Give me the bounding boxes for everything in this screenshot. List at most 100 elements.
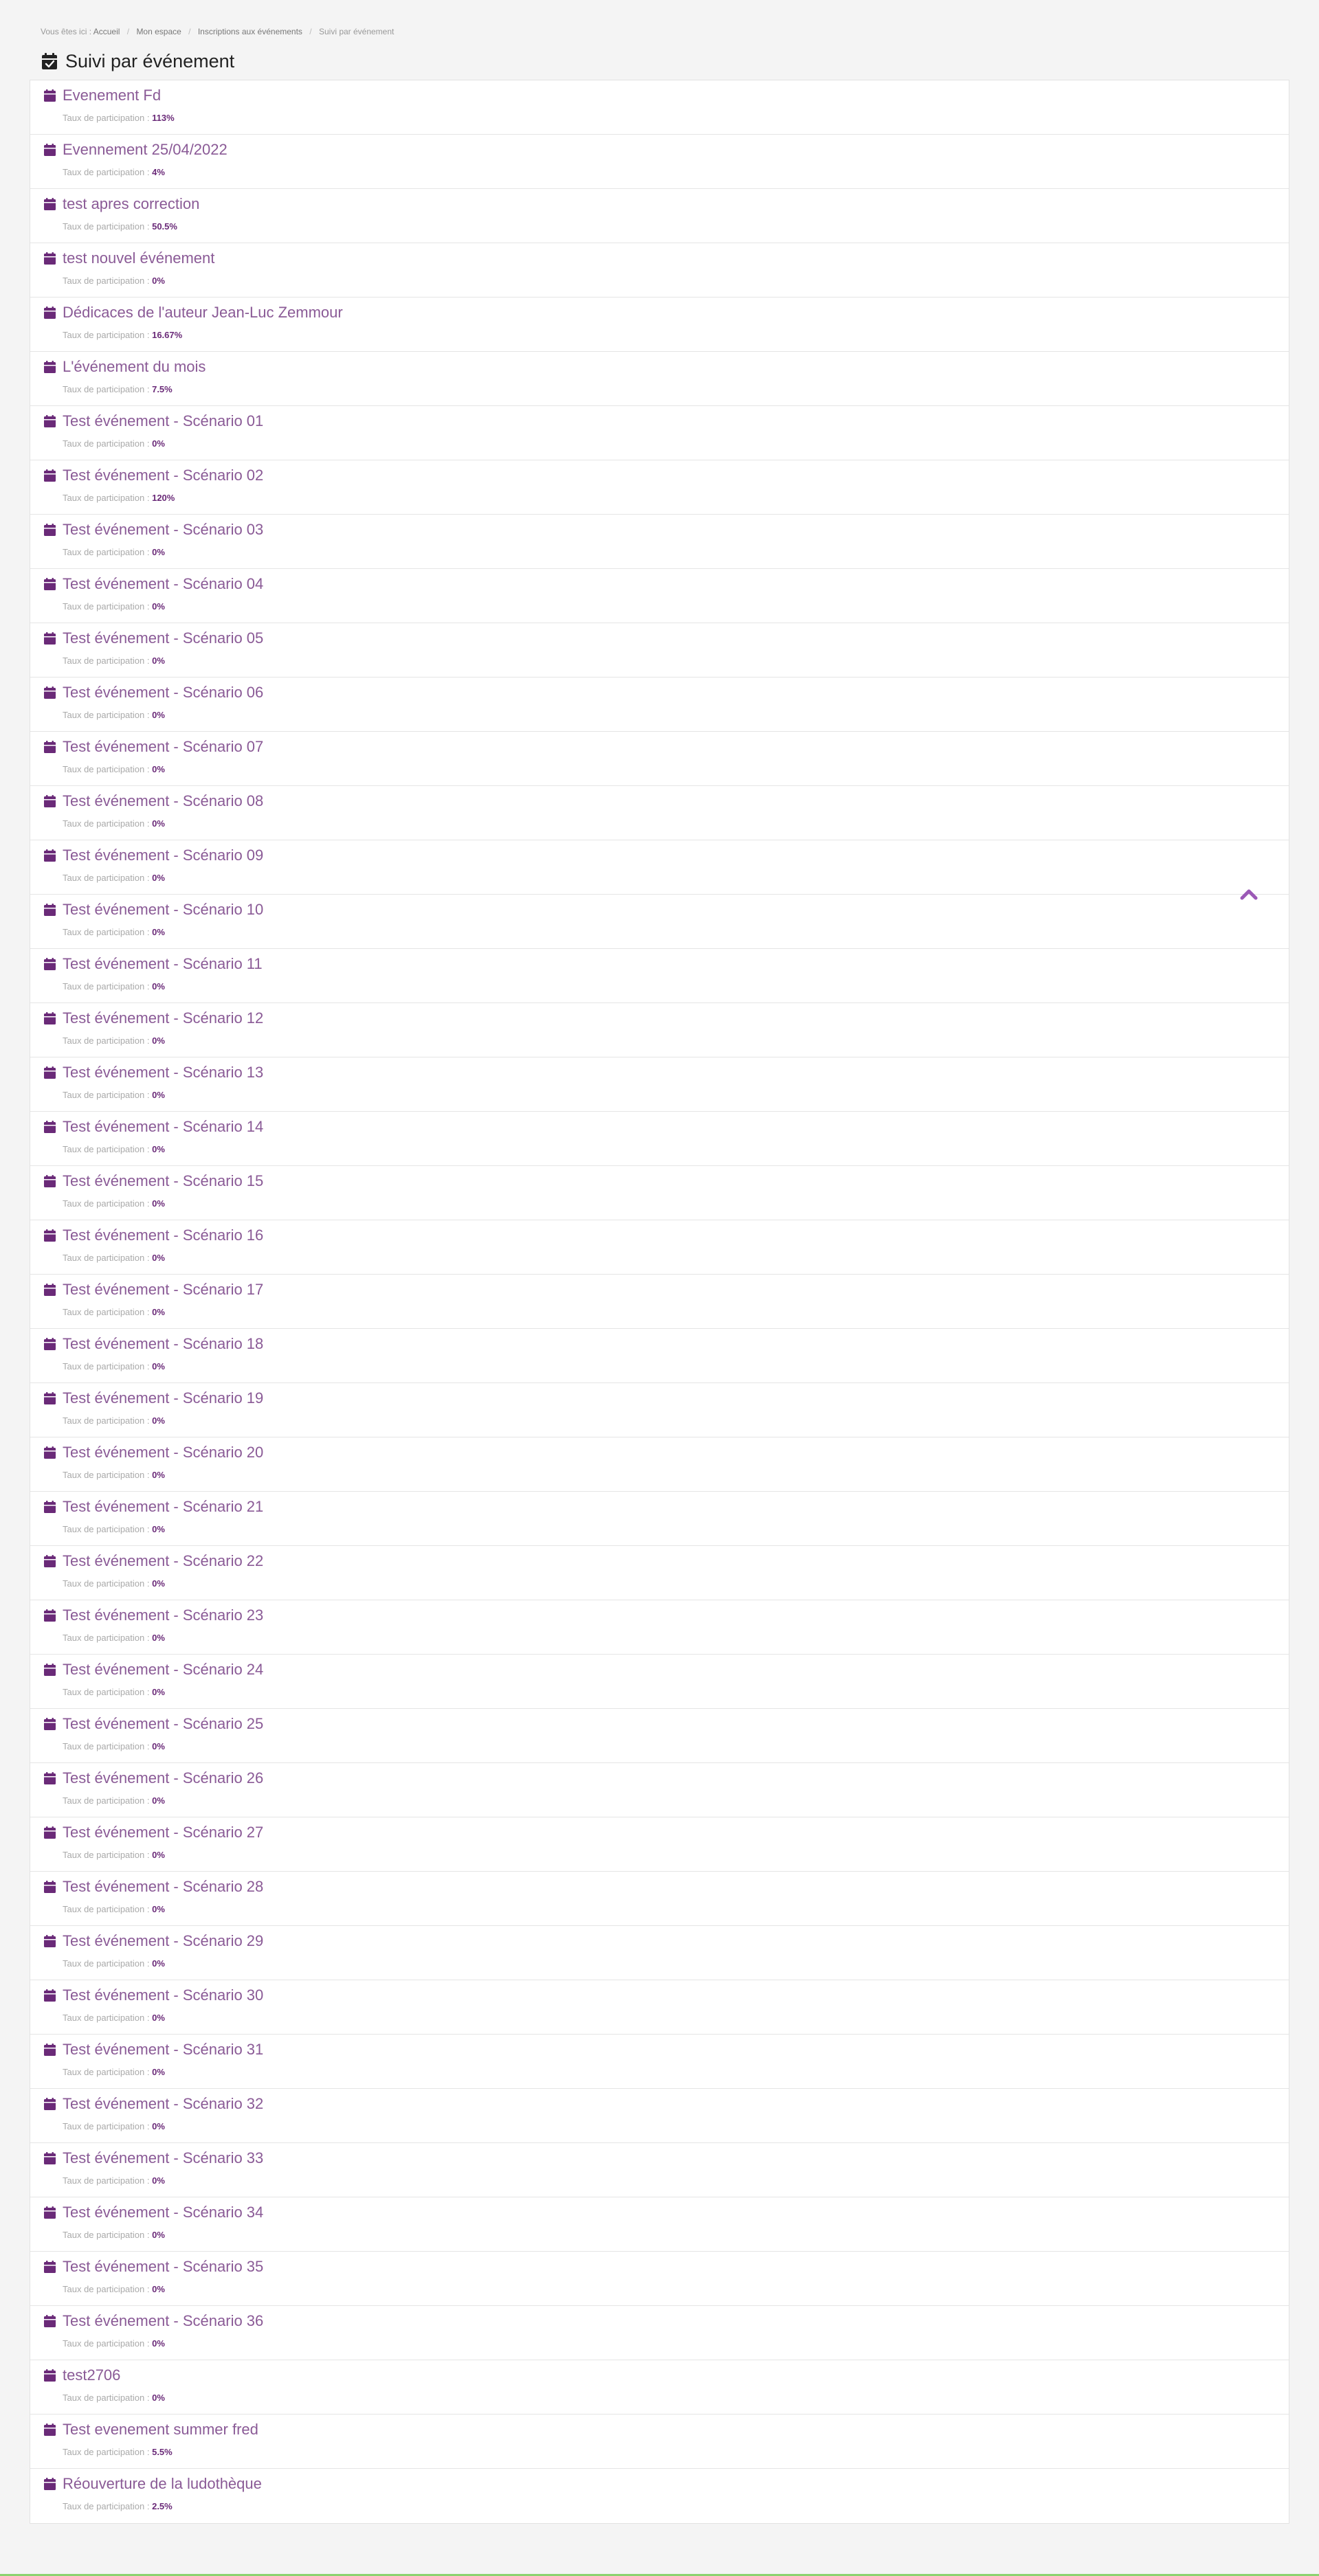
event-list-item[interactable]: Test événement - Scénario 33 Taux de par… (30, 2143, 1289, 2197)
event-list-item[interactable]: Test événement - Scénario 13 Taux de par… (30, 1057, 1289, 1112)
calendar-icon (44, 2043, 56, 2056)
event-list-item[interactable]: Test événement - Scénario 18 Taux de par… (30, 1329, 1289, 1383)
event-title[interactable]: Test événement - Scénario 23 (63, 1606, 263, 1624)
event-title[interactable]: Test événement - Scénario 27 (63, 1824, 263, 1841)
event-title[interactable]: Test événement - Scénario 29 (63, 1932, 263, 1950)
participation-rate: Taux de participation : 0% (63, 1415, 165, 1426)
breadcrumb-registrations-link[interactable]: Inscriptions aux événements (198, 27, 302, 36)
event-title[interactable]: Test événement - Scénario 34 (63, 2204, 263, 2221)
scroll-to-top-button[interactable] (1237, 883, 1261, 906)
event-title[interactable]: Test événement - Scénario 31 (63, 2041, 263, 2059)
event-title[interactable]: Test événement - Scénario 15 (63, 1172, 263, 1190)
event-title[interactable]: Test événement - Scénario 22 (63, 1552, 263, 1570)
event-list-item[interactable]: Test événement - Scénario 05 Taux de par… (30, 623, 1289, 677)
event-title[interactable]: Test événement - Scénario 17 (63, 1281, 263, 1299)
event-title[interactable]: Test événement - Scénario 10 (63, 901, 263, 919)
event-list-item[interactable]: Test événement - Scénario 10 Taux de par… (30, 895, 1289, 949)
event-title[interactable]: Test événement - Scénario 26 (63, 1769, 263, 1787)
event-title[interactable]: Test événement - Scénario 16 (63, 1227, 263, 1244)
event-title[interactable]: Test événement - Scénario 09 (63, 847, 263, 864)
event-list-item[interactable]: Test evenement summer fred Taux de parti… (30, 2415, 1289, 2469)
event-list-item[interactable]: Test événement - Scénario 26 Taux de par… (30, 1763, 1289, 1817)
event-list-item[interactable]: Test événement - Scénario 20 Taux de par… (30, 1437, 1289, 1492)
event-title[interactable]: Test événement - Scénario 20 (63, 1444, 263, 1461)
event-list-item[interactable]: Test événement - Scénario 23 Taux de par… (30, 1600, 1289, 1655)
event-list-item[interactable]: Test événement - Scénario 16 Taux de par… (30, 1220, 1289, 1275)
event-list-item[interactable]: Test événement - Scénario 01 Taux de par… (30, 406, 1289, 460)
event-title[interactable]: Test événement - Scénario 24 (63, 1661, 263, 1679)
event-title[interactable]: Evenement Fd (63, 87, 161, 104)
event-title[interactable]: test nouvel événement (63, 249, 214, 267)
event-title[interactable]: Réouverture de la ludothèque (63, 2475, 262, 2493)
event-list-item[interactable]: Test événement - Scénario 15 Taux de par… (30, 1166, 1289, 1220)
event-title[interactable]: Test événement - Scénario 28 (63, 1878, 263, 1896)
event-list-item[interactable]: Test événement - Scénario 36 Taux de par… (30, 2306, 1289, 2360)
event-list-item[interactable]: Evennement 25/04/2022 Taux de participat… (30, 135, 1289, 189)
event-title[interactable]: Test événement - Scénario 11 (63, 955, 263, 973)
event-title[interactable]: Dédicaces de l'auteur Jean-Luc Zemmour (63, 304, 343, 322)
event-list-item[interactable]: Test événement - Scénario 34 Taux de par… (30, 2197, 1289, 2252)
event-list-item[interactable]: Evenement Fd Taux de participation : 113… (30, 80, 1289, 135)
event-title[interactable]: Test événement - Scénario 30 (63, 1986, 263, 2004)
event-title[interactable]: Test événement - Scénario 06 (63, 684, 263, 702)
event-title[interactable]: test2706 (63, 2366, 120, 2384)
event-list-item[interactable]: Dédicaces de l'auteur Jean-Luc Zemmour T… (30, 298, 1289, 352)
event-list-item[interactable]: test2706 Taux de participation : 0% (30, 2360, 1289, 2415)
event-list-item[interactable]: Test événement - Scénario 17 Taux de par… (30, 1275, 1289, 1329)
event-title[interactable]: Test événement - Scénario 05 (63, 629, 263, 647)
event-list-item[interactable]: Test événement - Scénario 07 Taux de par… (30, 732, 1289, 786)
event-title[interactable]: Test événement - Scénario 25 (63, 1715, 263, 1733)
event-list-item[interactable]: Test événement - Scénario 28 Taux de par… (30, 1872, 1289, 1926)
event-title[interactable]: test apres correction (63, 195, 199, 213)
event-title[interactable]: Test événement - Scénario 13 (63, 1064, 263, 1082)
event-list-item[interactable]: Test événement - Scénario 27 Taux de par… (30, 1817, 1289, 1872)
event-list-item[interactable]: Test événement - Scénario 29 Taux de par… (30, 1926, 1289, 1980)
event-list-item[interactable]: Test événement - Scénario 21 Taux de par… (30, 1492, 1289, 1546)
event-list-item[interactable]: Test événement - Scénario 14 Taux de par… (30, 1112, 1289, 1166)
event-list-item[interactable]: Test événement - Scénario 24 Taux de par… (30, 1655, 1289, 1709)
event-title[interactable]: Test événement - Scénario 21 (63, 1498, 263, 1516)
event-title[interactable]: Test événement - Scénario 07 (63, 738, 263, 756)
participation-rate-label: Taux de participation : (63, 547, 150, 557)
participation-rate-label: Taux de participation : (63, 710, 150, 720)
event-title[interactable]: Evennement 25/04/2022 (63, 141, 228, 159)
event-list-item[interactable]: Test événement - Scénario 11 Taux de par… (30, 949, 1289, 1003)
calendar-icon (44, 2206, 56, 2219)
event-list-item[interactable]: Test événement - Scénario 25 Taux de par… (30, 1709, 1289, 1763)
event-list-item[interactable]: Test événement - Scénario 04 Taux de par… (30, 569, 1289, 623)
event-title[interactable]: L'événement du mois (63, 358, 206, 376)
event-title[interactable]: Test événement - Scénario 18 (63, 1335, 263, 1353)
event-list-item[interactable]: Test événement - Scénario 32 Taux de par… (30, 2089, 1289, 2143)
event-title[interactable]: Test événement - Scénario 12 (63, 1009, 263, 1027)
event-list-item[interactable]: Test événement - Scénario 19 Taux de par… (30, 1383, 1289, 1437)
event-title[interactable]: Test événement - Scénario 04 (63, 575, 263, 593)
event-list-item[interactable]: Test événement - Scénario 22 Taux de par… (30, 1546, 1289, 1600)
event-title[interactable]: Test événement - Scénario 08 (63, 792, 263, 810)
event-title[interactable]: Test événement - Scénario 01 (63, 412, 263, 430)
breadcrumb-my-space-link[interactable]: Mon espace (136, 27, 181, 36)
event-list-item[interactable]: Test événement - Scénario 06 Taux de par… (30, 677, 1289, 732)
event-title[interactable]: Test événement - Scénario 33 (63, 2149, 263, 2167)
event-list-item[interactable]: Test événement - Scénario 08 Taux de par… (30, 786, 1289, 840)
event-title[interactable]: Test événement - Scénario 03 (63, 521, 263, 539)
event-title[interactable]: Test événement - Scénario 19 (63, 1389, 263, 1407)
calendar-icon (44, 1772, 56, 1784)
event-list-item[interactable]: Test événement - Scénario 30 Taux de par… (30, 1980, 1289, 2035)
event-list-item[interactable]: Test événement - Scénario 31 Taux de par… (30, 2035, 1289, 2089)
event-list-item[interactable]: Réouverture de la ludothèque Taux de par… (30, 2469, 1289, 2523)
event-list-item[interactable]: test nouvel événement Taux de participat… (30, 243, 1289, 298)
event-list-item[interactable]: Test événement - Scénario 35 Taux de par… (30, 2252, 1289, 2306)
event-title[interactable]: Test evenement summer fred (63, 2421, 258, 2439)
event-title[interactable]: Test événement - Scénario 35 (63, 2258, 263, 2276)
event-title[interactable]: Test événement - Scénario 36 (63, 2312, 263, 2330)
event-list-item[interactable]: Test événement - Scénario 03 Taux de par… (30, 515, 1289, 569)
event-list-item[interactable]: Test événement - Scénario 12 Taux de par… (30, 1003, 1289, 1057)
breadcrumb-home-link[interactable]: Accueil (93, 27, 120, 36)
event-list-item[interactable]: Test événement - Scénario 09 Taux de par… (30, 840, 1289, 895)
event-list-item[interactable]: test apres correction Taux de participat… (30, 189, 1289, 243)
event-list-item[interactable]: L'événement du mois Taux de participatio… (30, 352, 1289, 406)
event-list-item[interactable]: Test événement - Scénario 02 Taux de par… (30, 460, 1289, 515)
event-title[interactable]: Test événement - Scénario 14 (63, 1118, 263, 1136)
event-title[interactable]: Test événement - Scénario 32 (63, 2095, 263, 2113)
event-title[interactable]: Test événement - Scénario 02 (63, 467, 263, 484)
